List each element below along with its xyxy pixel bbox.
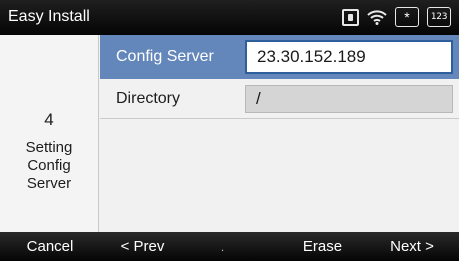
directory-row[interactable]: Directory / bbox=[100, 79, 459, 119]
content-area bbox=[100, 120, 459, 232]
step-number: 4 bbox=[44, 110, 54, 129]
softkey-bar: Cancel < Prev . Erase Next > bbox=[0, 232, 459, 261]
dot-label: . bbox=[220, 239, 225, 254]
config-server-row[interactable]: Config Server 23.30.152.189 bbox=[100, 35, 459, 79]
title-bar: Easy Install * 123 bbox=[0, 0, 459, 35]
cancel-button[interactable]: Cancel bbox=[0, 232, 100, 261]
dot-button[interactable]: . bbox=[185, 232, 260, 261]
blank-softkey bbox=[260, 232, 280, 261]
directory-input[interactable]: / bbox=[245, 85, 453, 113]
directory-label: Directory bbox=[116, 89, 181, 107]
config-server-input[interactable]: 23.30.152.189 bbox=[245, 40, 453, 74]
star-icon: * bbox=[395, 7, 419, 27]
next-button[interactable]: Next > bbox=[365, 232, 459, 261]
wifi-icon-graphic bbox=[367, 10, 387, 25]
step-label-line: Config bbox=[27, 157, 71, 174]
erase-button[interactable]: Erase bbox=[280, 232, 365, 261]
screen-title: Easy Install bbox=[8, 8, 90, 25]
config-server-label: Config Server bbox=[116, 48, 214, 65]
wifi-icon bbox=[367, 9, 387, 25]
numeric-input-icon: 123 bbox=[427, 7, 451, 27]
step-panel: 4 Setting Config Server bbox=[0, 35, 99, 232]
step-label: Setting Config Server bbox=[0, 139, 98, 193]
easy-install-screen: Easy Install * 123 4 Setting Config Serv… bbox=[0, 0, 459, 261]
step-label-line: Setting bbox=[25, 139, 73, 156]
prev-button[interactable]: < Prev bbox=[100, 232, 185, 261]
step-label-line: Server bbox=[26, 175, 72, 192]
phone-line-icon bbox=[342, 8, 359, 26]
status-icons: * 123 bbox=[334, 6, 451, 28]
